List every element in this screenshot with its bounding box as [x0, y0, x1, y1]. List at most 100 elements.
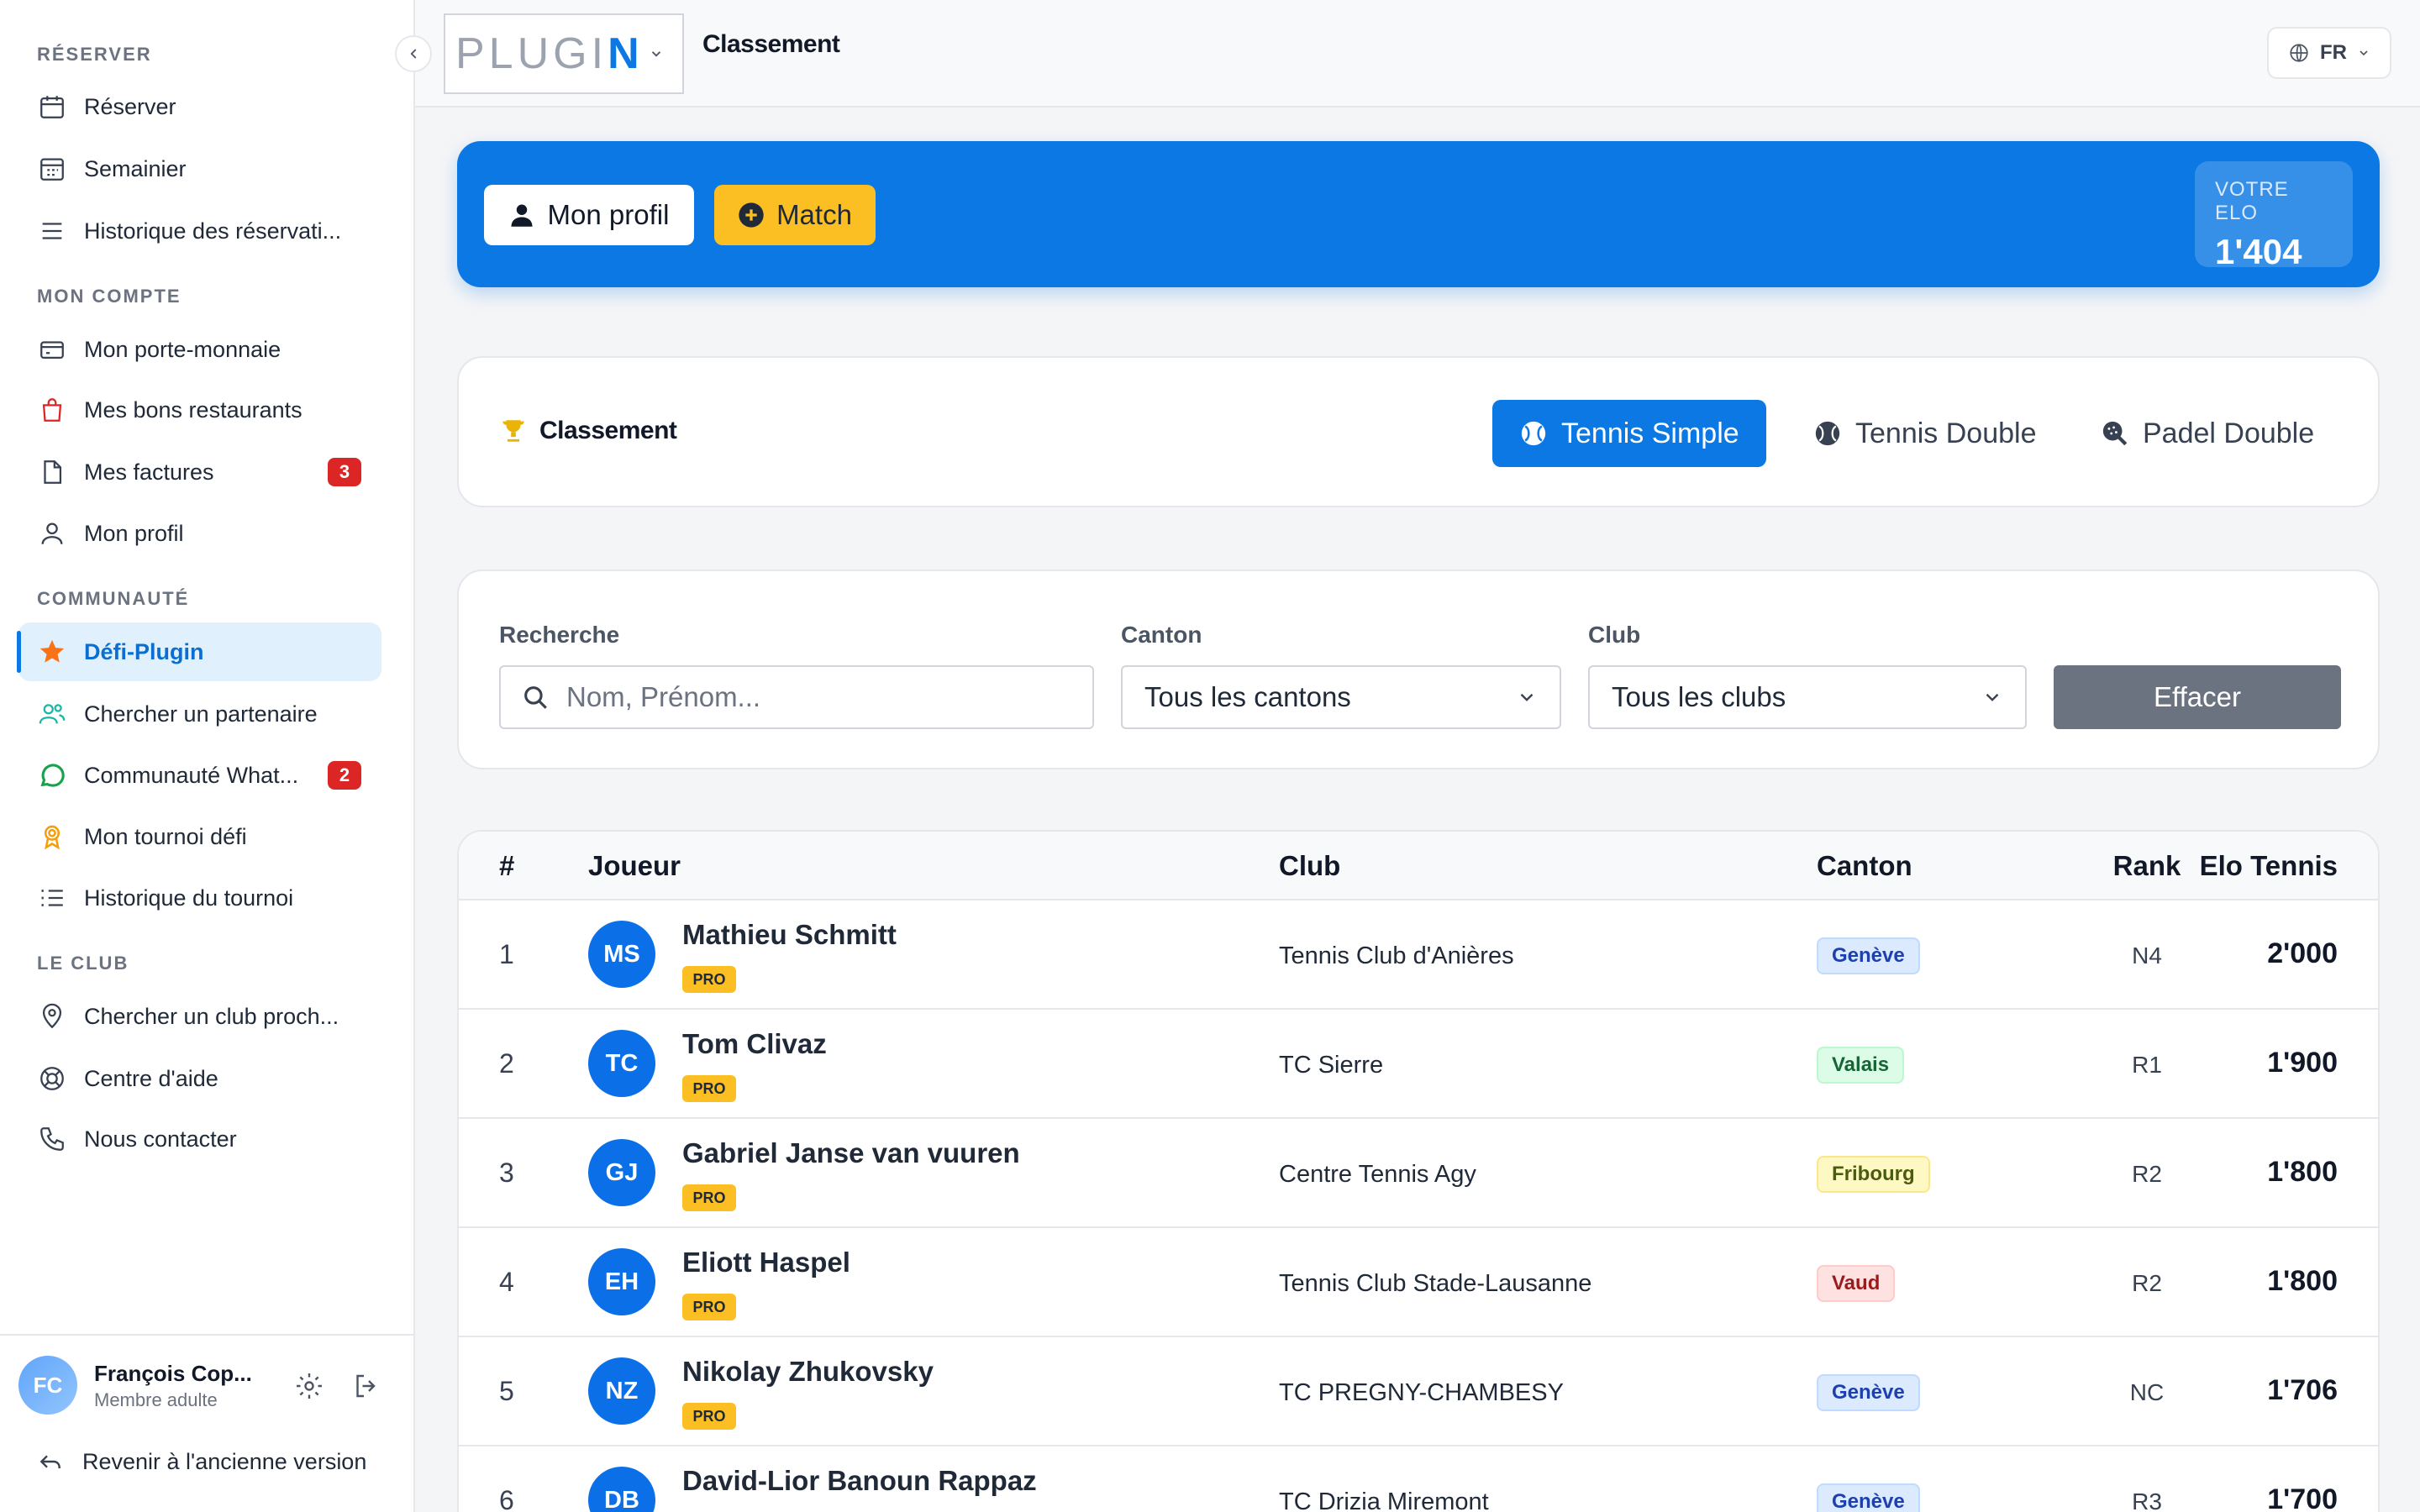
- player-name[interactable]: Eliott Haspel: [682, 1247, 850, 1278]
- player-club: TC Drizia Miremont: [1279, 1488, 1489, 1512]
- match-button[interactable]: Match: [714, 185, 876, 245]
- globe-icon: [2290, 44, 2308, 62]
- sidebar-item-label: Mon tournoi défi: [84, 823, 247, 849]
- chevron-down-icon: [651, 51, 660, 57]
- language-code: FR: [2320, 41, 2347, 64]
- player-club: Centre Tennis Agy: [1279, 1161, 1476, 1188]
- collapse-sidebar-button[interactable]: [395, 35, 432, 72]
- revert-version-link[interactable]: Revenir à l'ancienne version: [37, 1448, 366, 1475]
- tab-tennis-simple[interactable]: Tennis Simple: [1492, 400, 1766, 467]
- my-profile-button[interactable]: Mon profil: [484, 185, 694, 245]
- profile-banner: Mon profil Match VOTRE ELO 1'404: [457, 141, 2380, 287]
- search-field: [499, 665, 1094, 729]
- sidebar-item-chercher-partenaire[interactable]: Chercher un partenaire: [18, 685, 381, 743]
- user-role: Membre adulte: [94, 1389, 218, 1410]
- table-row[interactable]: 6DBDavid-Lior Banoun RappazPROTC Drizia …: [459, 1446, 2378, 1512]
- player-name[interactable]: Gabriel Janse van vuuren: [682, 1137, 1020, 1169]
- logout-icon[interactable]: [351, 1371, 381, 1401]
- section-title-le-club: LE CLUB: [37, 953, 129, 974]
- column-header-rank: Rank: [2112, 850, 2181, 881]
- avatar[interactable]: DB: [588, 1467, 655, 1512]
- tennis-ball-icon: [1521, 421, 1546, 446]
- canton-badge: Genève: [1817, 937, 1920, 974]
- user-icon: [37, 518, 67, 549]
- club-selected-value: Tous les clubs: [1612, 681, 1786, 712]
- sidebar-item-nous-contacter[interactable]: Nous contacter: [18, 1110, 381, 1168]
- player-rank: R1: [2132, 1052, 2162, 1078]
- player-elo: 2'000: [2267, 937, 2338, 969]
- table-row[interactable]: 3 GJ Gabriel Janse van vuuren PRO Centre Ten…: [459, 1119, 2378, 1228]
- column-header-club: Club: [1279, 850, 1341, 881]
- tab-tennis-double[interactable]: Tennis Double: [1786, 400, 2063, 467]
- tennis-ball-icon: [1815, 421, 1840, 446]
- sidebar-item-semainier[interactable]: Semainier: [18, 139, 381, 198]
- player-club: TC Sierre: [1279, 1052, 1384, 1079]
- my-profile-label: Mon profil: [547, 199, 670, 230]
- table-header: # Joueur Club Canton Rank Elo Tennis: [459, 832, 2378, 900]
- table-row[interactable]: 4 EH Eliott Haspel PRO Tennis Club Stade-Lau…: [459, 1228, 2378, 1337]
- elo-label: VOTRE ELO: [2215, 178, 2289, 224]
- canton-label: Canton: [1121, 622, 1202, 648]
- avatar[interactable]: TC: [588, 1030, 655, 1097]
- column-header-num: #: [499, 850, 515, 881]
- canton-badge: Fribourg: [1817, 1156, 1930, 1193]
- club-select[interactable]: Tous les clubs: [1588, 665, 2027, 729]
- pro-badge: PRO: [682, 1075, 736, 1102]
- sidebar-item-porte-monnaie[interactable]: Mon porte-monnaie: [18, 320, 381, 379]
- player-name[interactable]: Tom Clivaz: [682, 1028, 827, 1060]
- player-elo: 1'800: [2267, 1265, 2338, 1297]
- elo-value: 1'404: [2215, 232, 2302, 271]
- table-row[interactable]: 5 NZ Nikolay Zhukovsky PRO TC PREGNY-CHAMBES…: [459, 1337, 2378, 1446]
- canton-select[interactable]: Tous les cantons: [1121, 665, 1561, 729]
- trophy-icon: [502, 420, 524, 442]
- top-bar: PLUGIN Classement FR: [415, 0, 2420, 108]
- club-logo-selector[interactable]: PLUGIN: [444, 13, 684, 94]
- table-row[interactable]: 2 TC Tom Clivaz PRO TC Sierre Valais R1 1'900: [459, 1010, 2378, 1119]
- player-name[interactable]: Mathieu Schmitt: [682, 919, 897, 951]
- canton-badge: Genève: [1817, 1374, 1920, 1411]
- search-icon: [524, 686, 547, 709]
- plus-circle-icon: [739, 202, 764, 228]
- clear-filters-button[interactable]: Effacer: [2054, 665, 2341, 729]
- sidebar-item-communaute-whatsapp[interactable]: Communauté What... 2: [18, 746, 381, 805]
- sidebar-item-factures[interactable]: Mes factures 3: [18, 443, 381, 501]
- sidebar-item-reserver[interactable]: Réserver: [18, 77, 381, 136]
- sidebar-item-historique-tournoi[interactable]: Historique du tournoi: [18, 869, 381, 927]
- sidebar-item-historique-reservations[interactable]: Historique des réservati...: [18, 202, 381, 260]
- sidebar-item-bons-restaurants[interactable]: Mes bons restaurants: [18, 381, 381, 439]
- avatar[interactable]: EH: [588, 1248, 655, 1315]
- rank-position: 4: [499, 1267, 514, 1297]
- player-name[interactable]: Nikolay Zhukovsky: [682, 1356, 934, 1388]
- sidebar-item-tournoi-defi[interactable]: Mon tournoi défi: [18, 807, 381, 866]
- avatar[interactable]: GJ: [588, 1139, 655, 1206]
- avatar[interactable]: MS: [588, 921, 655, 988]
- rank-position: 1: [499, 939, 514, 969]
- sidebar-item-chercher-club[interactable]: Chercher un club proch...: [18, 987, 381, 1046]
- avatar[interactable]: FC: [18, 1356, 77, 1415]
- player-name[interactable]: David-Lior Banoun Rappaz: [682, 1465, 1037, 1497]
- user-icon: [511, 204, 533, 227]
- avatar[interactable]: NZ: [588, 1357, 655, 1425]
- revert-label: Revenir à l'ancienne version: [82, 1448, 367, 1474]
- player-club: Tennis Club Stade-Lausanne: [1279, 1270, 1592, 1297]
- language-selector[interactable]: FR: [2267, 27, 2391, 79]
- sidebar-item-mon-profil[interactable]: Mon profil: [18, 504, 381, 563]
- sidebar-item-label: Historique du tournoi: [84, 885, 294, 911]
- sidebar-item-centre-aide[interactable]: Centre d'aide: [18, 1049, 381, 1108]
- search-input[interactable]: [566, 681, 1092, 713]
- user-panel: FC François Cop... Membre adulte Revenir…: [0, 1334, 415, 1512]
- rank-position: 2: [499, 1048, 514, 1079]
- chevron-left-icon: [410, 49, 417, 59]
- sidebar-item-defi-plugin[interactable]: Défi-Plugin: [17, 622, 381, 681]
- whatsapp-count-badge: 2: [328, 761, 361, 790]
- gear-icon[interactable]: [294, 1371, 324, 1401]
- user-name: François Cop...: [94, 1361, 252, 1386]
- sidebar-item-label: Semainier: [84, 155, 187, 181]
- elo-display: VOTRE ELO 1'404: [2195, 161, 2353, 271]
- section-title-communaute: COMMUNAUTÉ: [37, 588, 190, 609]
- table-row[interactable]: 1 MS Mathieu Schmitt PRO Tennis Club d'Anièr…: [459, 900, 2378, 1010]
- tab-label: Padel Double: [2143, 417, 2315, 449]
- tab-padel-double[interactable]: Padel Double: [2074, 400, 2341, 467]
- canton-selected-value: Tous les cantons: [1144, 681, 1351, 712]
- whatsapp-icon: [37, 760, 67, 790]
